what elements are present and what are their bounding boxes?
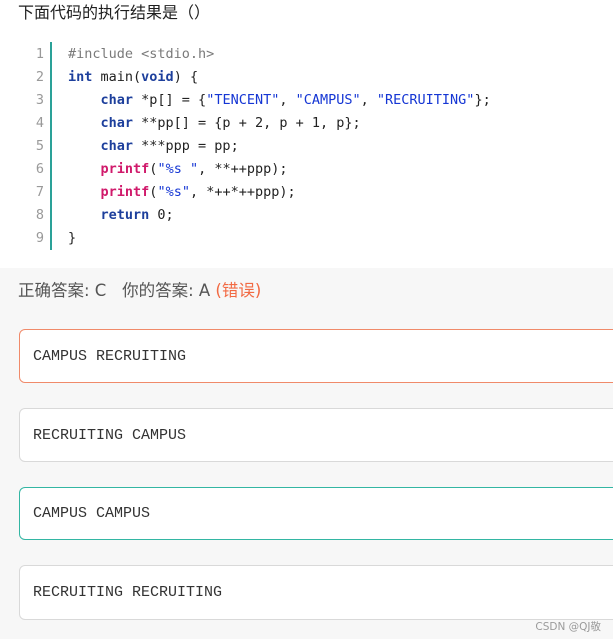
code-token: #include <stdio.h>	[68, 46, 215, 62]
line-number: 7	[35, 184, 44, 200]
code-token: ***ppp = pp;	[133, 138, 239, 154]
code-token: printf	[100, 161, 150, 177]
code-token: main(	[92, 69, 142, 85]
code-token: }	[68, 230, 77, 246]
code-token: , *++*++ppp);	[189, 184, 296, 200]
csdn-watermark: CSDN @QJ敬	[535, 621, 601, 633]
answer-status-badge: (错误)	[215, 281, 262, 300]
code-line: printf("%s ", **++ppp);	[68, 158, 288, 181]
code-token: char	[100, 138, 134, 154]
line-number: 6	[35, 161, 44, 177]
line-number: 5	[35, 138, 44, 154]
code-token: "RECRUITING"	[376, 92, 475, 108]
code-token: *p[] = {	[133, 92, 207, 108]
code-token: "%s"	[157, 184, 190, 200]
code-line: char **pp[] = {p + 2, p + 1, p};	[68, 112, 361, 135]
code-token: "CAMPUS"	[295, 92, 361, 108]
line-number: 8	[35, 207, 44, 223]
code-line: char ***ppp = pp;	[68, 135, 239, 158]
code-token: int	[68, 69, 93, 85]
code-line: #include <stdio.h>	[68, 43, 214, 66]
code-token: , **++ppp);	[198, 161, 288, 177]
code-line: printf("%s", *++*++ppp);	[68, 181, 296, 204]
code-token: char	[100, 92, 134, 108]
code-line: int main(void) {	[68, 66, 198, 89]
code-line: return 0;	[68, 204, 174, 227]
code-line: char *p[] = {"TENCENT", "CAMPUS", "RECRU…	[68, 89, 491, 112]
code-line: }	[68, 227, 76, 250]
answer-summary: 正确答案: C 你的答案: A (错误)	[18, 278, 261, 304]
option-b[interactable]: RECRUITING CAMPUS	[19, 408, 613, 462]
code-token: 0;	[149, 207, 174, 223]
question-title: 下面代码的执行结果是（）	[18, 3, 211, 22]
correct-answer-label: 正确答案: C	[18, 281, 107, 300]
option-c-text: CAMPUS CAMPUS	[33, 505, 151, 522]
line-number: 3	[35, 92, 44, 108]
line-number: 9	[35, 230, 44, 246]
code-token: **pp[] = {p + 2, p + 1, p};	[133, 115, 361, 131]
code-token: ) {	[173, 69, 199, 85]
code-token: "TENCENT"	[206, 92, 280, 108]
code-token: return	[100, 207, 150, 223]
option-b-text: RECRUITING CAMPUS	[33, 426, 187, 444]
code-token: char	[100, 115, 134, 131]
option-c[interactable]: CAMPUS CAMPUS	[19, 487, 613, 540]
option-d-text: RECRUITING RECRUITING	[33, 584, 223, 601]
line-number: 4	[35, 115, 44, 131]
option-a[interactable]: CAMPUS RECRUITING	[19, 329, 613, 383]
code-token: };	[474, 92, 491, 108]
code-token: "%s "	[157, 161, 199, 177]
code-token: ,	[279, 92, 296, 108]
your-answer-label: 你的答案: A	[122, 281, 211, 300]
option-a-text: CAMPUS RECRUITING	[33, 347, 187, 365]
line-number-gutter: 1 2 3 4 5 6 7 8 9	[22, 42, 52, 250]
code-token: void	[141, 69, 174, 85]
option-d[interactable]: RECRUITING RECRUITING	[19, 565, 613, 620]
code-token: printf	[100, 184, 150, 200]
code-token: ,	[360, 92, 377, 108]
line-number: 1	[35, 46, 44, 62]
line-number: 2	[35, 69, 44, 85]
code-block: 1 2 3 4 5 6 7 8 9 #include <stdio.h> int main(voi…	[22, 42, 613, 250]
